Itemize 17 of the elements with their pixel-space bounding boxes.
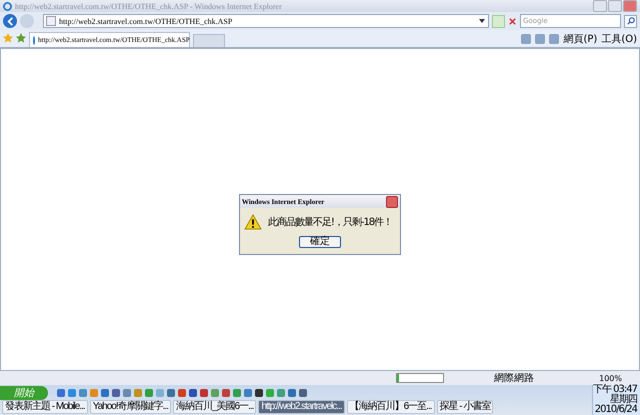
ok-button[interactable]: 確定 — [299, 236, 341, 248]
taskbar-button[interactable]: http://web2.startravelc... — [258, 400, 345, 414]
taskbar-button[interactable]: 發表新主題 - Mobile... — [2, 400, 88, 414]
window-title: http://web2.startravel.com.tw/OTHE/OTHE_chk.ASP - Windows Internet Explorer — [15, 2, 283, 10]
clock-text: 下午 03:47 — [593, 385, 637, 395]
taskbar-button[interactable]: 海納百川_美國6一... — [172, 400, 256, 414]
taskbar-button[interactable]: 【海納百川】6一至... — [346, 400, 435, 414]
dialog-message: 此商品數量不足!，只剩-18件！ — [268, 216, 392, 229]
address-field[interactable]: http://web2.startravel.com.tw/OTHE/OTHE_chk.ASP — [43, 14, 489, 28]
clock-text: 星期四 — [610, 395, 637, 405]
taskbar-button[interactable]: Yahoo!奇摩關鍵字... — [90, 400, 171, 414]
taskbar-button[interactable]: 探星 - 小書室 — [436, 400, 494, 414]
menu-button[interactable]: 網頁(P) — [563, 32, 598, 46]
zoom-level[interactable]: 100% — [599, 374, 636, 382]
security-zone: 網際網路 — [494, 372, 534, 385]
clock-text: 2010/6/24 — [594, 405, 637, 415]
menu-button[interactable]: 工具(O) — [601, 32, 637, 46]
